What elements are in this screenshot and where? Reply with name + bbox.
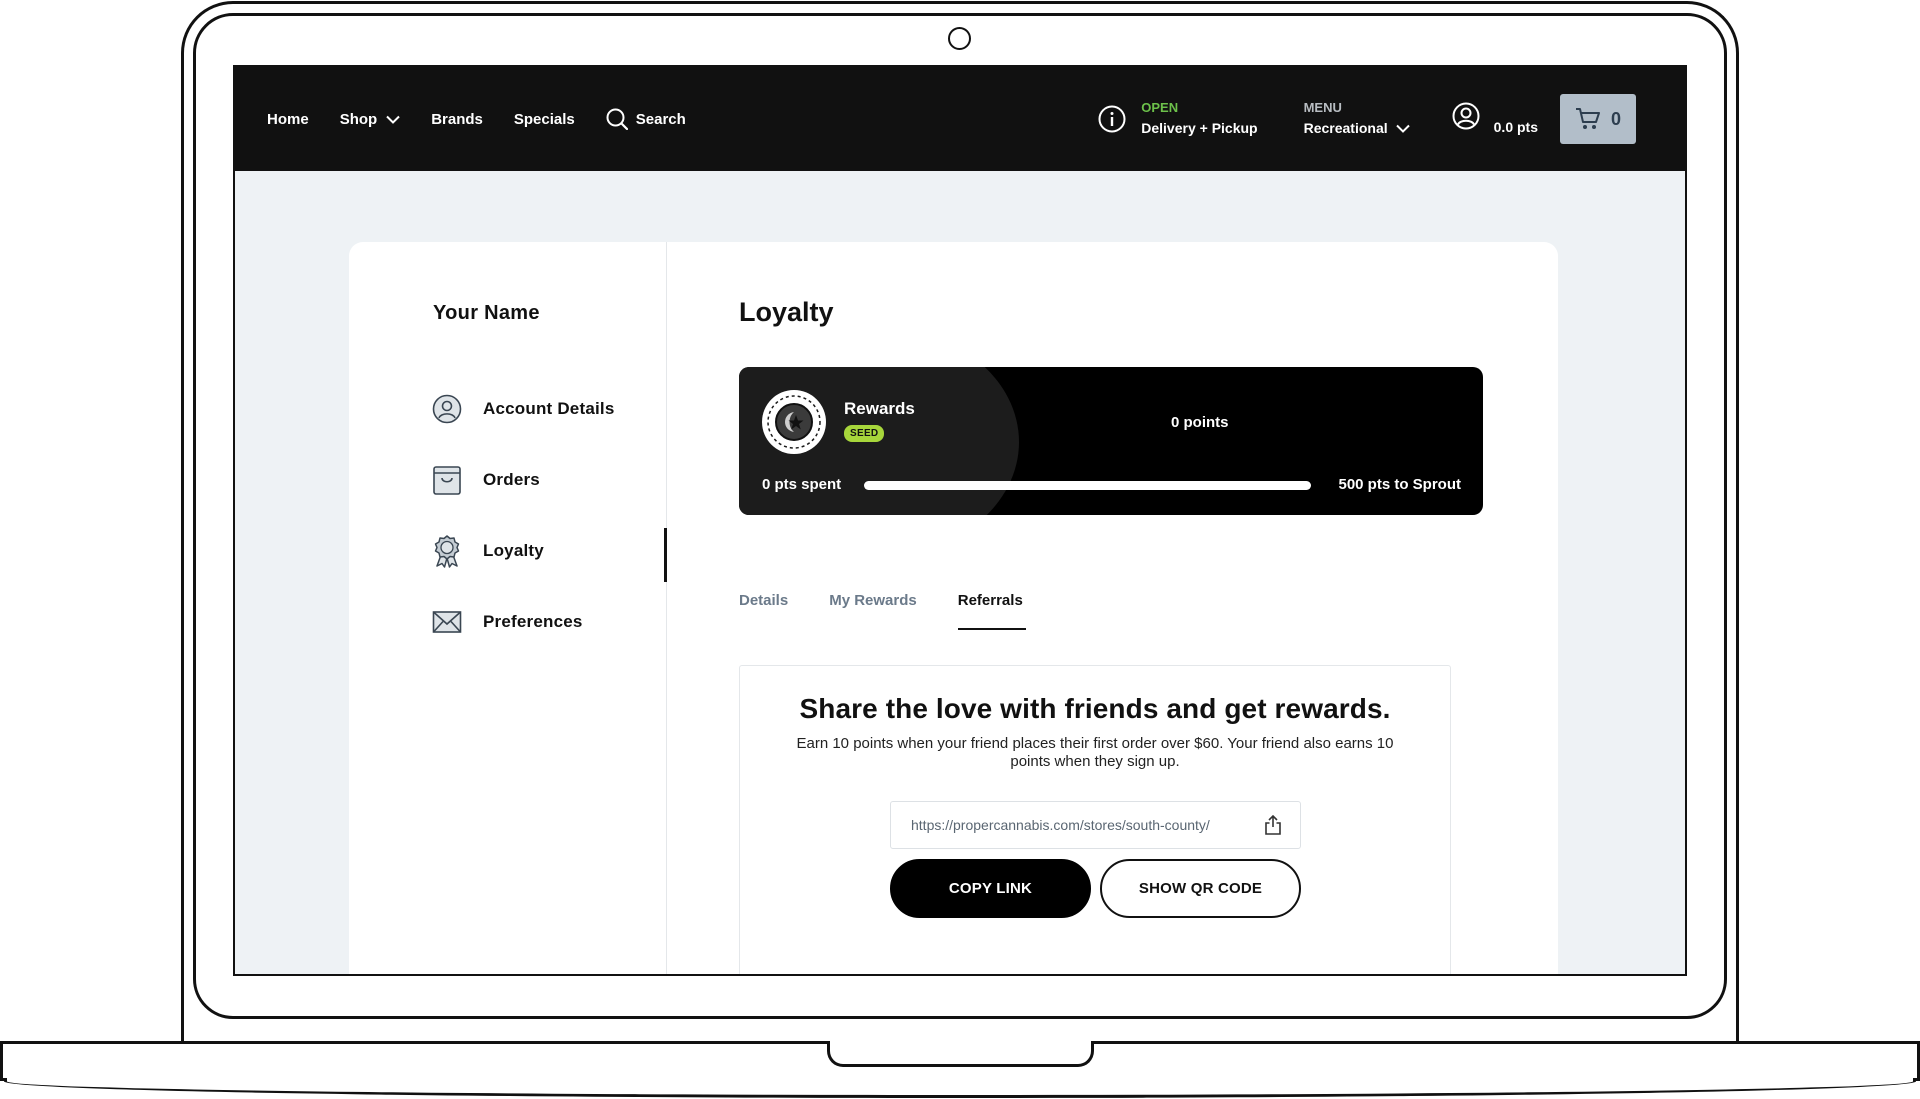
bag-icon	[432, 465, 462, 495]
points-balance: 0.0 pts	[1493, 119, 1538, 135]
chevron-down-icon	[1395, 124, 1410, 133]
account-points[interactable]: 0.0 pts	[1452, 102, 1538, 135]
search-icon	[606, 108, 628, 130]
chevron-down-icon	[386, 115, 400, 124]
account-sidebar: Your Name Account Details Orders Loyalty	[349, 242, 667, 974]
nav-shop-label: Shop	[339, 110, 378, 128]
referral-description: Earn 10 points when your friend places t…	[796, 735, 1394, 770]
referral-panel: Share the love with friends and get rewa…	[739, 665, 1451, 974]
laptop-notch	[827, 1041, 1094, 1067]
laptop-base-curve	[4, 1078, 1916, 1098]
sidebar-item-preferences[interactable]: Preferences	[432, 607, 583, 637]
cart-button[interactable]: 0	[1560, 94, 1636, 144]
award-icon	[432, 535, 462, 568]
store-mode: Delivery + Pickup	[1141, 120, 1258, 136]
nav-home[interactable]: Home	[267, 111, 309, 128]
sidebar-item-label: Preferences	[483, 612, 583, 631]
cart-count: 0	[1610, 108, 1621, 129]
screen: Home Shop Brands Specials Search OPEN De…	[233, 65, 1687, 976]
store-status[interactable]: OPEN Delivery + Pickup	[1098, 99, 1258, 139]
referral-link-input[interactable]	[911, 817, 1241, 833]
user-name: Your Name	[433, 302, 540, 324]
info-icon	[1098, 105, 1126, 133]
referral-link-field	[890, 801, 1301, 849]
nav-search[interactable]: Search	[606, 108, 686, 130]
store-open-status: OPEN	[1141, 100, 1179, 115]
sidebar-item-orders[interactable]: Orders	[432, 465, 540, 495]
referral-title: Share the love with friends and get rewa…	[799, 693, 1391, 724]
rewards-card: Rewards SEED 0 points 0 pts spent 500 pt…	[739, 367, 1483, 515]
show-qr-code-button[interactable]: SHOW QR CODE	[1100, 859, 1301, 918]
rewards-label: Rewards	[844, 399, 915, 418]
sidebar-item-loyalty[interactable]: Loyalty	[432, 535, 544, 568]
tab-my-rewards[interactable]: My Rewards	[829, 592, 917, 630]
user-circle-icon	[1452, 102, 1480, 130]
tab-referrals[interactable]: Referrals	[957, 592, 1026, 630]
share-icon[interactable]	[1264, 815, 1282, 835]
loyalty-tabs: Details My Rewards Referrals	[739, 592, 1064, 630]
sidebar-item-account-details[interactable]: Account Details	[432, 394, 614, 424]
nav-search-label: Search	[635, 110, 686, 128]
menu-label: MENU	[1303, 100, 1342, 115]
sidebar-item-label: Loyalty	[483, 541, 544, 560]
camera-icon	[948, 27, 971, 50]
cart-icon	[1575, 108, 1600, 129]
page-title: Loyalty	[739, 297, 834, 327]
points-total: 0 points	[1171, 414, 1229, 431]
tier-badge: SEED	[844, 425, 885, 442]
sidebar-item-label: Orders	[483, 470, 540, 489]
points-spent: 0 pts spent	[762, 476, 842, 493]
main-content: Loyalty Rewards SEED 0 points 0 pts spen…	[667, 242, 1558, 974]
mail-icon	[432, 607, 462, 637]
sidebar-item-label: Account Details	[483, 399, 615, 418]
tier-progress-bar	[864, 481, 1311, 490]
account-card: Your Name Account Details Orders Loyalty	[349, 242, 1558, 974]
menu-selector[interactable]: MENU Recreational	[1304, 99, 1410, 139]
user-icon	[432, 394, 462, 424]
copy-link-button[interactable]: COPY LINK	[890, 859, 1091, 918]
primary-nav: Home Shop Brands Specials Search	[267, 108, 717, 130]
top-nav: Home Shop Brands Specials Search OPEN De…	[235, 67, 1685, 171]
nav-shop[interactable]: Shop	[340, 111, 401, 128]
points-to-next-tier: 500 pts to Sprout	[1338, 476, 1461, 493]
menu-value: Recreational	[1303, 120, 1388, 136]
nav-right: OPEN Delivery + Pickup MENU Recreational…	[1098, 67, 1685, 171]
tier-badge-icon	[762, 390, 826, 454]
tab-details[interactable]: Details	[739, 592, 788, 630]
nav-brands[interactable]: Brands	[431, 111, 483, 128]
nav-specials[interactable]: Specials	[514, 111, 575, 128]
